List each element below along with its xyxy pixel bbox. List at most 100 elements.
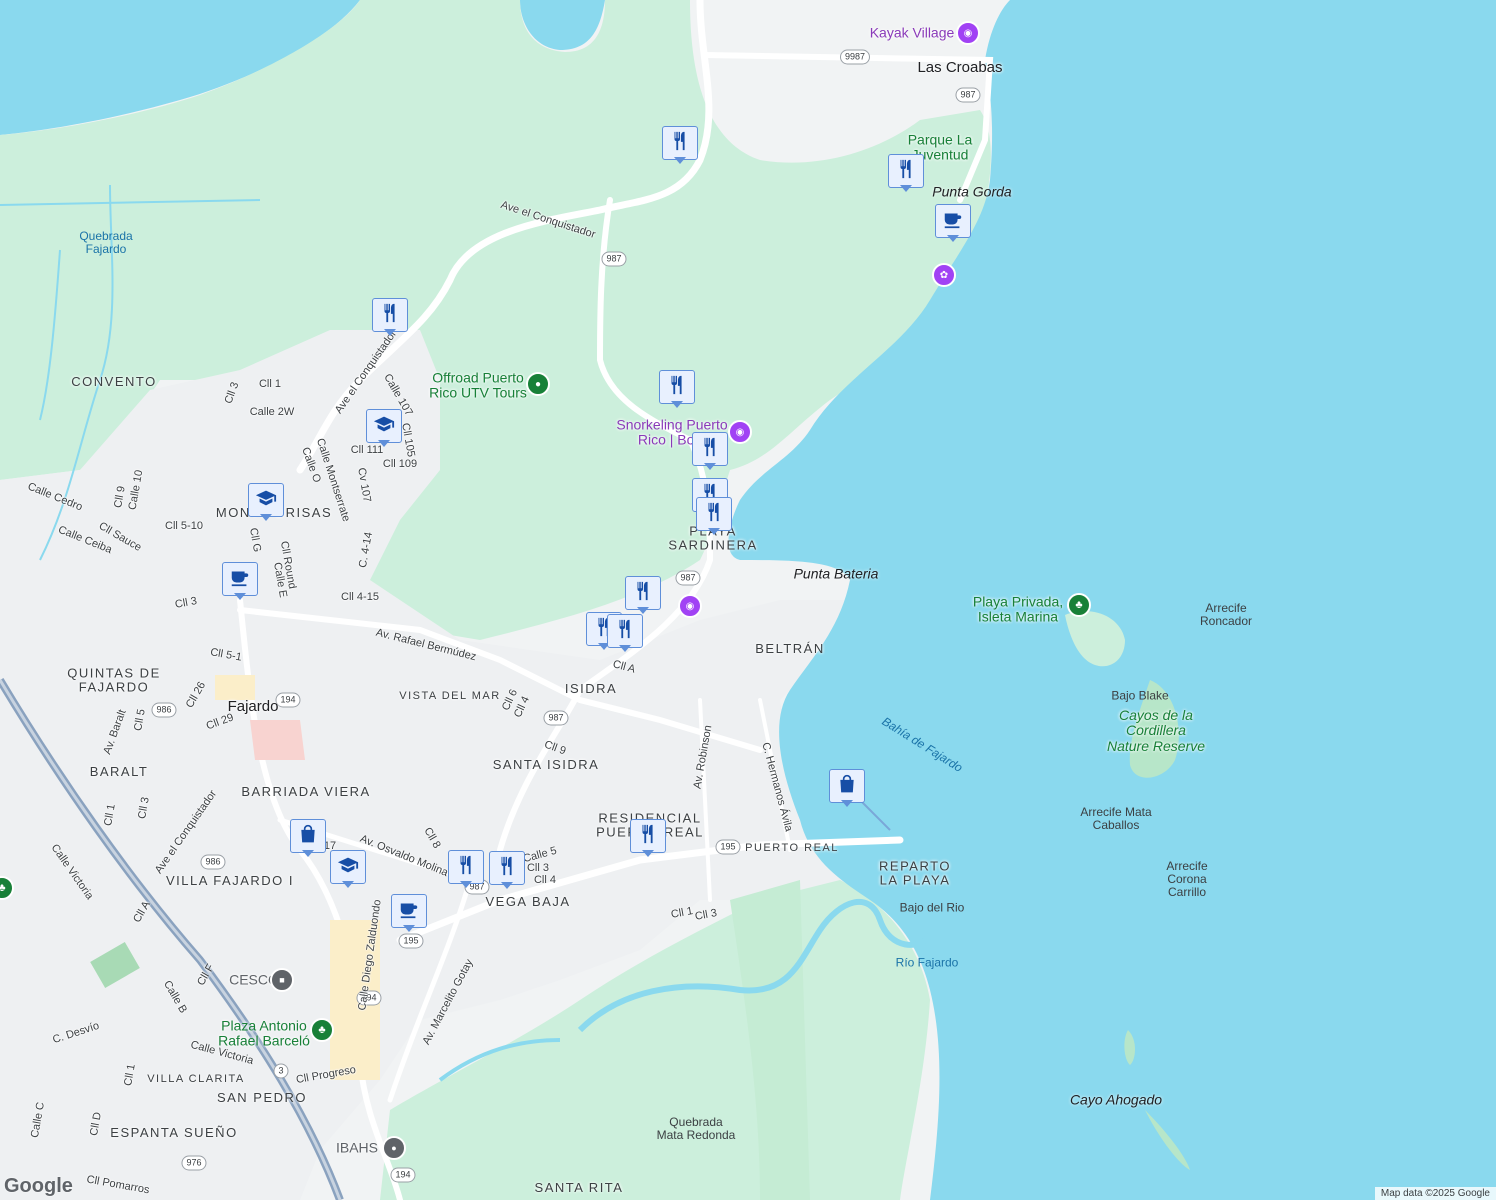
route-shield-987: 987: [955, 87, 981, 103]
coffee-pin[interactable]: [935, 204, 971, 242]
coffee-pin[interactable]: [391, 894, 427, 932]
camera-icon[interactable]: ◉: [678, 594, 702, 618]
poi-kayak-village[interactable]: Kayak Village: [870, 24, 955, 40]
restaurant-icon: [703, 501, 725, 528]
neighborhood-vista-del-mar: VISTA DEL MAR: [399, 689, 501, 702]
restaurant-pin[interactable]: [662, 126, 698, 164]
route-shield-3: 3: [273, 1063, 289, 1079]
place-punta-bateria: Punta Bateria: [793, 565, 879, 582]
school-pin[interactable]: [330, 850, 366, 888]
google-logo: Google: [4, 1175, 73, 1197]
neighborhood-reparto-playa: REPARTO LA PLAYA: [879, 858, 951, 888]
shopping-pin[interactable]: [829, 769, 865, 807]
street-label: Cll 5-10: [165, 519, 203, 532]
street-label: Cll 3: [526, 861, 550, 874]
poi-ibahs[interactable]: IBAHS: [336, 1139, 378, 1155]
street-label: Calle 2W: [249, 405, 295, 418]
landmark-icon[interactable]: ✿: [932, 263, 956, 287]
neighborhood-vega-baja: VEGA BAJA: [485, 893, 571, 909]
school-icon: [336, 854, 360, 881]
coffee-icon: [398, 898, 420, 925]
coffee-pin[interactable]: [222, 562, 258, 600]
neighborhood-isidra: ISIDRA: [564, 680, 618, 696]
neighborhood-villa-fajardo: VILLA FAJARDO I: [166, 872, 294, 888]
shopping-icon: [298, 823, 318, 850]
neighborhood-puerto-real: PUERTO REAL: [745, 841, 839, 854]
neighborhood-baralt: BARALT: [89, 763, 149, 779]
school-icon: [254, 487, 278, 514]
label-arrecife-roncador: Arrecife Roncador: [1199, 600, 1253, 628]
place-fajardo[interactable]: Fajardo: [228, 698, 279, 716]
tree-icon[interactable]: ♣: [310, 1018, 334, 1042]
poi-playa-privada[interactable]: Playa Privada, Isleta Marina: [973, 594, 1063, 626]
label-rio-fajardo: Río Fajardo: [895, 955, 959, 970]
label-arrecife-corona: Arrecife Corona Carrillo: [1166, 859, 1208, 900]
restaurant-icon: [614, 618, 636, 645]
tree-icon[interactable]: ♣: [1067, 593, 1091, 617]
route-shield-987: 987: [675, 570, 701, 586]
hospital-area: [250, 720, 305, 760]
label-quebrada-mata-redonda: Quebrada Mata Redonda: [656, 1114, 736, 1142]
fajardo-center: [215, 675, 255, 700]
shopping-icon: [837, 773, 857, 800]
neighborhood-barriada-viera: BARRIADA VIERA: [241, 783, 371, 799]
restaurant-icon: [895, 158, 917, 185]
route-shield-986: 986: [200, 854, 226, 870]
poi-offroad-utv[interactable]: Offroad Puerto Rico UTV Tours: [429, 370, 527, 402]
school-icon: [372, 413, 396, 440]
neighborhood-quintas: QUINTAS DE FAJARDO: [67, 665, 161, 695]
neighborhood-santa-rita: SANTA RITA: [534, 1179, 624, 1195]
poi-plaza-barcelo[interactable]: Plaza Antonio Rafael Barceló: [218, 1018, 310, 1050]
route-shield-987: 987: [543, 710, 569, 726]
street-label: Cll 4-15: [341, 590, 379, 603]
route-shield-976: 976: [181, 1155, 207, 1171]
place-punta-gorda: Punta Gorda: [932, 183, 1012, 200]
restaurant-pin[interactable]: [372, 298, 408, 336]
restaurant-pin[interactable]: [607, 614, 643, 652]
shopping-pin[interactable]: [290, 819, 326, 857]
restaurant-icon: [379, 302, 401, 329]
restaurant-pin[interactable]: [692, 432, 728, 470]
street-label: Cll 1: [258, 377, 282, 390]
route-shield-986: 986: [151, 702, 177, 718]
neighborhood-santa-isidra: SANTA ISIDRA: [492, 756, 600, 772]
restaurant-pin[interactable]: [448, 850, 484, 888]
neighborhood-beltran: BELTRÁN: [755, 640, 825, 656]
street-label: Cll 109: [382, 457, 418, 470]
neighborhood-espanta-sueno: ESPANTA SUEÑO: [110, 1124, 238, 1140]
route-shield-987: 987: [601, 251, 627, 267]
place-las-croabas[interactable]: Las Croabas: [917, 59, 1002, 77]
camera-icon[interactable]: ◉: [956, 21, 980, 45]
restaurant-pin[interactable]: [489, 851, 525, 889]
poi-cayos-cordillera[interactable]: Cayos de la Cordillera Nature Reserve: [1107, 707, 1205, 754]
restaurant-pin[interactable]: [625, 576, 661, 614]
neighborhood-san-pedro: SAN PEDRO: [216, 1089, 308, 1105]
restaurant-icon: [637, 823, 659, 850]
neighborhood-villa-clarita: VILLA CLARITA: [147, 1072, 245, 1085]
label-quebrada-fajardo: Quebrada Fajardo: [79, 228, 133, 256]
restaurant-pin[interactable]: [630, 819, 666, 857]
location-icon[interactable]: ●: [382, 1136, 406, 1160]
school-pin[interactable]: [248, 483, 284, 521]
label-arrecife-mata: Arrecife Mata Caballos: [1080, 804, 1152, 832]
camera-icon[interactable]: ◉: [728, 420, 752, 444]
route-shield-195: 195: [715, 839, 741, 855]
restaurant-pin[interactable]: [696, 497, 732, 535]
building-icon[interactable]: ■: [270, 968, 294, 992]
map-attribution[interactable]: Map data ©2025 Google: [1374, 1187, 1496, 1200]
route-shield-194: 194: [275, 692, 301, 708]
park-icon[interactable]: ●: [526, 372, 550, 396]
restaurant-pin[interactable]: [888, 154, 924, 192]
restaurant-icon: [632, 580, 654, 607]
restaurant-icon: [496, 855, 518, 882]
school-pin[interactable]: [366, 409, 402, 447]
restaurant-pin[interactable]: [659, 370, 695, 408]
coffee-icon: [942, 208, 964, 235]
route-shield-195: 195: [398, 933, 424, 949]
restaurant-icon: [666, 374, 688, 401]
coffee-icon: [229, 566, 251, 593]
restaurant-icon: [455, 854, 477, 881]
restaurant-icon: [699, 436, 721, 463]
label-bajo-rio: Bajo del Rio: [899, 900, 965, 915]
route-shield-9987: 9987: [839, 49, 871, 65]
